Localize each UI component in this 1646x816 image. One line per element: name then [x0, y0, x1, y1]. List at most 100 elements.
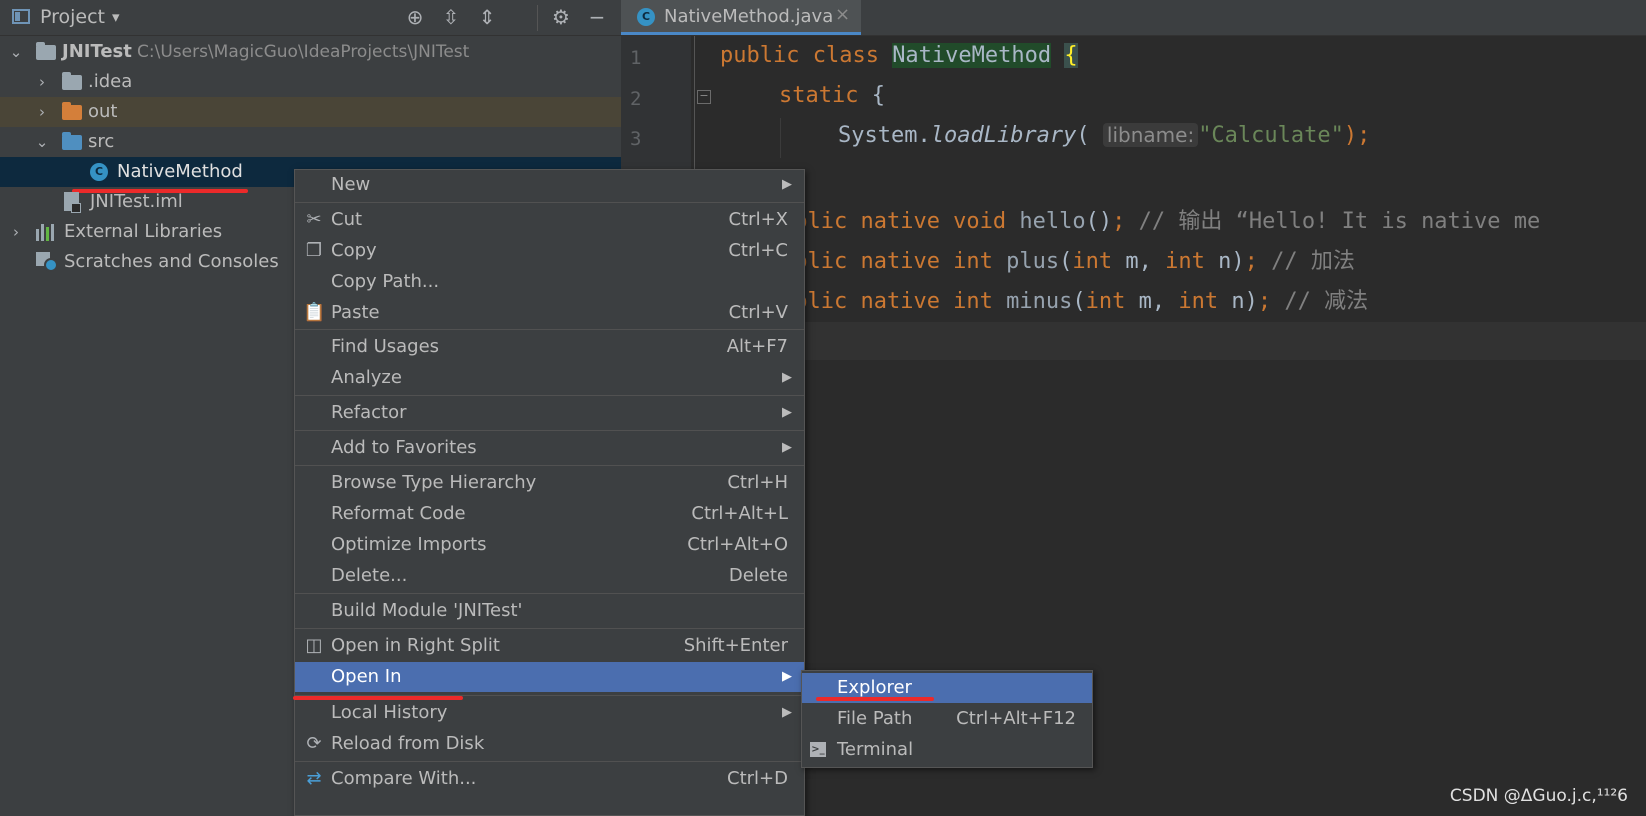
menu-item-label: File Path [837, 708, 913, 729]
menu-shortcut: Ctrl+V [728, 302, 788, 323]
menu-item-open-in[interactable]: Open In ▶ [295, 662, 804, 692]
watermark: CSDN @ΔGuo.j.c,¹¹²6 [1449, 786, 1628, 806]
tree-item-label: JNITest.iml [90, 191, 183, 212]
submenu-arrow-icon: ▶ [782, 370, 792, 385]
toolbar-divider [537, 5, 538, 31]
project-window-icon [12, 9, 30, 24]
tree-item-label: src [88, 131, 115, 152]
menu-item-compare-with[interactable]: ⇄ Compare With... Ctrl+D [295, 764, 804, 794]
code-line-5[interactable]: ublic native void hello(); // 输出 “Hello!… [781, 203, 1540, 235]
menu-shortcut: Alt+F7 [726, 336, 788, 357]
code-token: public class [720, 43, 893, 68]
menu-item-label: Add to Favorites [331, 437, 477, 458]
menu-item-copy[interactable]: ❐ Copy Ctrl+C [295, 236, 804, 266]
menu-separator [295, 465, 804, 466]
menu-item-add-to-favorites[interactable]: Add to Favorites ▶ [295, 433, 804, 463]
project-view-selector[interactable]: Project [40, 6, 105, 28]
menu-item-label: Open in Right Split [331, 635, 500, 656]
chevron-right-icon[interactable]: › [34, 97, 50, 127]
submenu-item-terminal[interactable]: >_ Terminal [802, 735, 1092, 765]
menu-item-label: Cut [331, 209, 363, 230]
tree-item-jnitest[interactable]: ⌄ JNITest C:\Users\MagicGuo\IdeaProjects… [0, 37, 621, 67]
menu-separator [295, 761, 804, 762]
code-token: ublic native void [781, 209, 1020, 234]
code-token: plus [1006, 249, 1060, 274]
menu-item-refactor[interactable]: Refactor ▶ [295, 398, 804, 428]
menu-shortcut: Ctrl+Alt+O [687, 534, 788, 555]
code-line-2[interactable]: static { [779, 83, 885, 108]
code-token: minus [1006, 289, 1073, 314]
tree-item-label: External Libraries [64, 221, 223, 242]
collapse-all-icon[interactable]: ⇕ [474, 4, 500, 30]
menu-item-label: Build Module 'JNITest' [331, 600, 523, 621]
code-token: loadLibrary [930, 123, 1077, 148]
menu-separator [295, 202, 804, 203]
menu-item-browse-type-hierarchy[interactable]: Browse Type Hierarchy Ctrl+H [295, 468, 804, 498]
menu-item-label: Refactor [331, 402, 407, 423]
copy-icon: ❐ [305, 240, 323, 261]
menu-item-label: Optimize Imports [331, 534, 487, 555]
chevron-right-icon[interactable]: › [34, 67, 50, 97]
expand-all-icon[interactable]: ⇳ [438, 4, 464, 30]
submenu-arrow-icon: ▶ [782, 405, 792, 420]
menu-item-find-usages[interactable]: Find Usages Alt+F7 [295, 332, 804, 362]
tab-nativemethod-java[interactable]: C NativeMethod.java × [621, 0, 861, 35]
tree-item-label: out [88, 101, 118, 122]
menu-item-label: Reformat Code [331, 503, 466, 524]
chevron-down-icon[interactable]: ⌄ [8, 37, 24, 67]
menu-item-local-history[interactable]: Local History ▶ [295, 698, 804, 728]
module-folder-icon [36, 42, 56, 60]
chevron-down-icon[interactable]: ▾ [112, 8, 120, 26]
menu-item-delete[interactable]: Delete... Delete [295, 561, 804, 591]
menu-item-label: New [331, 174, 371, 195]
compare-icon: ⇄ [306, 768, 322, 789]
code-token: ublic native int [781, 289, 1007, 314]
line-number: 3 [630, 128, 642, 150]
menu-item-reload-from-disk[interactable]: ⟳ Reload from Disk [295, 729, 804, 759]
minimize-icon[interactable]: − [584, 4, 610, 30]
code-token: ( [1076, 123, 1090, 148]
locate-icon[interactable]: ⊕ [402, 4, 428, 30]
gear-icon[interactable]: ⚙ [548, 4, 574, 30]
menu-separator [295, 430, 804, 431]
code-token: int [1072, 249, 1113, 274]
tree-item-label: Scratches and Consoles [64, 251, 279, 272]
chevron-down-icon[interactable]: ⌄ [34, 127, 50, 157]
menu-item-optimize-imports[interactable]: Optimize Imports Ctrl+Alt+O [295, 530, 804, 560]
submenu-arrow-icon: ▶ [782, 177, 792, 192]
menu-shortcut: Ctrl+C [728, 240, 788, 261]
reload-icon: ⟳ [306, 733, 322, 754]
menu-item-copy-path[interactable]: Copy Path... [295, 267, 804, 297]
submenu-item-file-path[interactable]: File Path Ctrl+Alt+F12 [802, 704, 1092, 734]
code-token: n) [1218, 289, 1258, 314]
menu-item-open-in-right-split[interactable]: ◫ Open in Right Split Shift+Enter [295, 631, 804, 661]
fold-collapse-icon[interactable]: − [697, 90, 711, 104]
module-file-icon [64, 192, 81, 213]
chevron-right-icon[interactable]: › [8, 217, 24, 247]
code-token: n) [1204, 249, 1245, 274]
close-icon[interactable]: × [835, 4, 850, 25]
submenu-arrow-icon: ▶ [782, 440, 792, 455]
menu-item-new[interactable]: New ▶ [295, 170, 804, 200]
tree-item-idea[interactable]: › .idea [0, 67, 621, 97]
menu-shortcut: Ctrl+X [728, 209, 788, 230]
code-line-3[interactable]: System.loadLibrary( libname: "Calculate")… [838, 123, 1370, 148]
code-line-7[interactable]: ublic native int minus(int m, int n); //… [781, 283, 1368, 315]
code-comment: // 输出 “Hello! It is native me [1125, 209, 1541, 234]
code-line-1[interactable]: public class NativeMethod { [720, 43, 1078, 68]
tree-item-out[interactable]: › out [0, 97, 621, 127]
menu-item-build-module[interactable]: Build Module 'JNITest' [295, 596, 804, 626]
menu-shortcut: Delete [728, 565, 788, 586]
java-class-icon: C [637, 8, 655, 26]
code-token: hello [1019, 209, 1086, 234]
code-line-6[interactable]: ublic native int plus(int m, int n); // … [781, 243, 1355, 275]
code-token: { [858, 83, 885, 108]
menu-item-analyze[interactable]: Analyze ▶ [295, 363, 804, 393]
menu-item-cut[interactable]: ✂ Cut Ctrl+X [295, 205, 804, 235]
open-in-submenu: Explorer File Path Ctrl+Alt+F12 >_ Termina… [801, 670, 1093, 768]
tree-item-src[interactable]: ⌄ src [0, 127, 621, 157]
menu-item-paste[interactable]: 📋 Paste Ctrl+V [295, 298, 804, 328]
menu-item-label: Reload from Disk [331, 733, 485, 754]
menu-item-reformat-code[interactable]: Reformat Code Ctrl+Alt+L [295, 499, 804, 529]
scissors-icon: ✂ [306, 209, 322, 230]
